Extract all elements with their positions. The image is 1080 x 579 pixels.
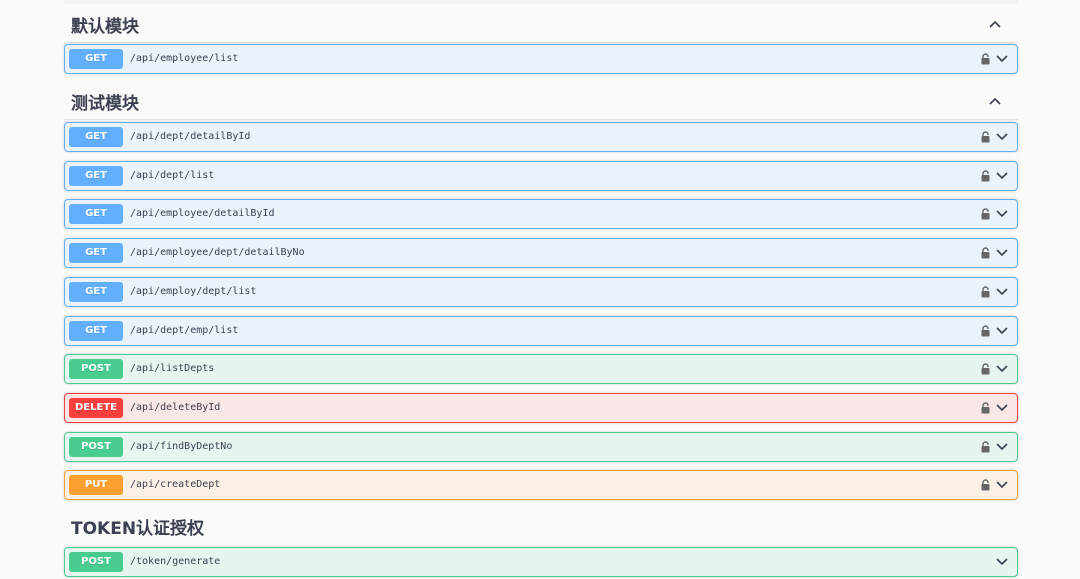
method-badge: GET [69, 127, 123, 147]
endpoint-path: /token/generate [130, 556, 221, 567]
endpoint-path: /api/dept/detailById [130, 131, 251, 142]
method-badge: GET [69, 282, 123, 302]
operation-row[interactable]: GET/api/dept/list [64, 161, 1018, 191]
lock-icon[interactable] [980, 208, 991, 220]
chevron-down-icon[interactable] [995, 479, 1009, 491]
method-badge: PUT [69, 475, 123, 495]
chevron-down-icon[interactable] [995, 131, 1009, 143]
method-badge: POST [69, 437, 123, 457]
section-title: TOKEN认证授权 [71, 518, 205, 539]
endpoint-path: /api/dept/emp/list [130, 325, 239, 336]
lock-icon[interactable] [980, 131, 991, 143]
method-badge: DELETE [69, 398, 123, 418]
method-badge: GET [69, 166, 123, 186]
chevron-down-icon[interactable] [995, 208, 1009, 220]
endpoint-path: /api/createDept [130, 479, 221, 490]
top-divider [64, 0, 1018, 4]
method-badge: GET [69, 49, 123, 69]
chevron-down-icon[interactable] [995, 170, 1009, 182]
chevron-down-icon[interactable] [995, 247, 1009, 259]
lock-icon[interactable] [980, 53, 991, 65]
chevron-down-icon[interactable] [995, 53, 1009, 65]
section-title: 测试模块 [71, 94, 139, 114]
section-header-default[interactable]: 默认模块 [64, 7, 1018, 43]
operation-row[interactable]: POST/api/listDepts [64, 354, 1018, 384]
lock-icon[interactable] [980, 247, 991, 259]
operation-row[interactable]: GET/api/employee/list [64, 44, 1018, 74]
endpoint-path: /api/employee/detailById [130, 208, 275, 219]
endpoint-path: /api/dept/list [130, 170, 215, 181]
operation-row[interactable]: POST/token/generate [64, 547, 1018, 577]
method-badge: GET [69, 321, 123, 341]
operation-row[interactable]: GET/api/dept/emp/list [64, 316, 1018, 346]
chevron-down-icon[interactable] [995, 556, 1009, 568]
method-badge: POST [69, 359, 123, 379]
section-header-token[interactable]: TOKEN认证授权 [64, 508, 1018, 544]
endpoint-path: /api/employ/dept/list [130, 286, 257, 297]
swagger-api-list: 默认模块 GET/api/employee/list 测试模块 GET/api/… [0, 0, 1080, 579]
method-badge: GET [69, 204, 123, 224]
chevron-down-icon[interactable] [995, 286, 1009, 298]
endpoint-path: /api/employee/list [130, 53, 239, 64]
lock-icon[interactable] [980, 363, 991, 375]
lock-icon[interactable] [980, 402, 991, 414]
section-title: 默认模块 [71, 17, 139, 37]
method-badge: GET [69, 243, 123, 263]
operation-row[interactable]: PUT/api/createDept [64, 470, 1018, 500]
endpoint-path: /api/findByDeptNo [130, 441, 233, 452]
lock-icon[interactable] [980, 325, 991, 337]
operation-row[interactable]: GET/api/employee/detailById [64, 199, 1018, 229]
lock-icon[interactable] [980, 441, 991, 453]
operation-row[interactable]: GET/api/employee/dept/detailByNo [64, 238, 1018, 268]
chevron-down-icon[interactable] [995, 325, 1009, 337]
operation-row[interactable]: DELETE/api/deleteById [64, 393, 1018, 423]
endpoint-path: /api/listDepts [130, 363, 215, 374]
operation-row[interactable]: POST/api/findByDeptNo [64, 432, 1018, 462]
endpoint-path: /api/deleteById [130, 402, 221, 413]
method-badge: POST [69, 552, 123, 572]
operation-row[interactable]: GET/api/employ/dept/list [64, 277, 1018, 307]
chevron-down-icon[interactable] [995, 441, 1009, 453]
section-header-test[interactable]: 测试模块 [64, 84, 1018, 120]
chevron-down-icon[interactable] [995, 402, 1009, 414]
lock-icon[interactable] [980, 479, 991, 491]
chevron-down-icon[interactable] [995, 363, 1009, 375]
lock-icon[interactable] [980, 286, 991, 298]
chevron-up-icon[interactable] [988, 17, 1002, 31]
endpoint-path: /api/employee/dept/detailByNo [130, 247, 305, 258]
chevron-up-icon[interactable] [988, 94, 1002, 108]
lock-icon[interactable] [980, 170, 991, 182]
operation-row[interactable]: GET/api/dept/detailById [64, 122, 1018, 152]
